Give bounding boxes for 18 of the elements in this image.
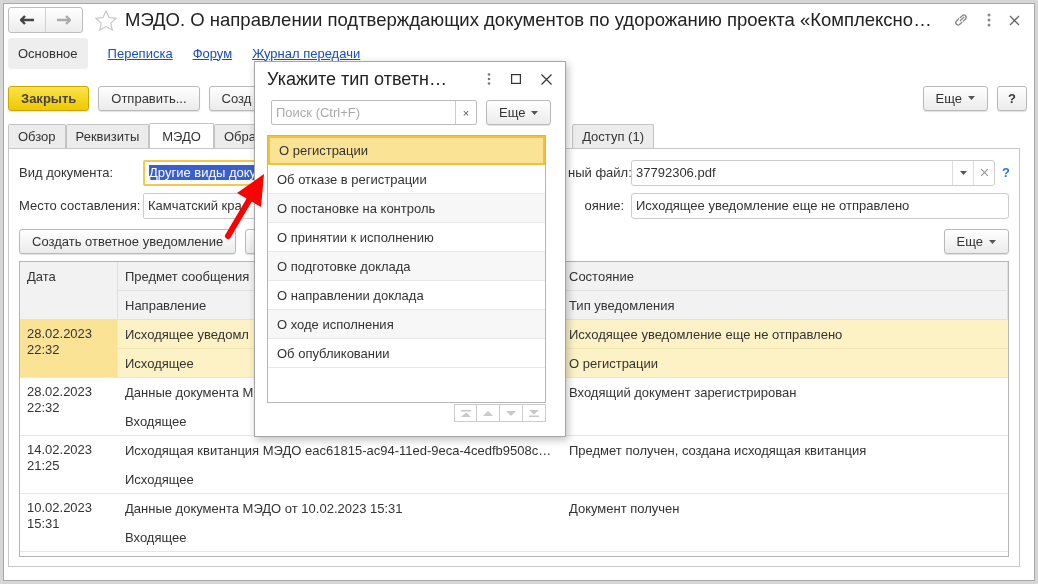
table-cell-text: Предмет получен, создана исходящая квитанция bbox=[568, 442, 868, 460]
table-cell: Входящее bbox=[118, 523, 562, 552]
field-label: ояние: bbox=[583, 198, 625, 213]
table-cell-text: Документ получен bbox=[568, 500, 681, 518]
table-cell: 14.02.2023 21:25 bbox=[20, 436, 118, 494]
field-label: Место составления: bbox=[19, 198, 142, 213]
table-cell: 28.02.2023 22:32 bbox=[20, 378, 118, 436]
table-cell-text: Входящий документ зарегистрирован bbox=[568, 384, 798, 402]
table-cell: 28.02.2023 22:32 bbox=[20, 320, 118, 378]
table-cell-text: Исходящая квитанция МЭДО eac61815-ac94-11ed-9eca-4cedfb9508c… bbox=[124, 442, 553, 460]
table-cell-text: Данные документа МЭДО от 10.02.2023 15:31 bbox=[124, 500, 404, 518]
window-title: МЭДО. О направлении подтверждающих документов по удорожанию проекта «Комплексно… bbox=[125, 9, 933, 31]
table-cell: 10.02.2023 15:31 bbox=[20, 494, 118, 552]
field-label: Вид документа: bbox=[19, 165, 115, 180]
dialog-title: Укажите тип ответн… bbox=[267, 68, 448, 90]
table-cell: Исходящее bbox=[118, 465, 562, 494]
table-cell-text: Данные документа М bbox=[124, 384, 255, 402]
field-label: ный файл: bbox=[568, 165, 631, 180]
